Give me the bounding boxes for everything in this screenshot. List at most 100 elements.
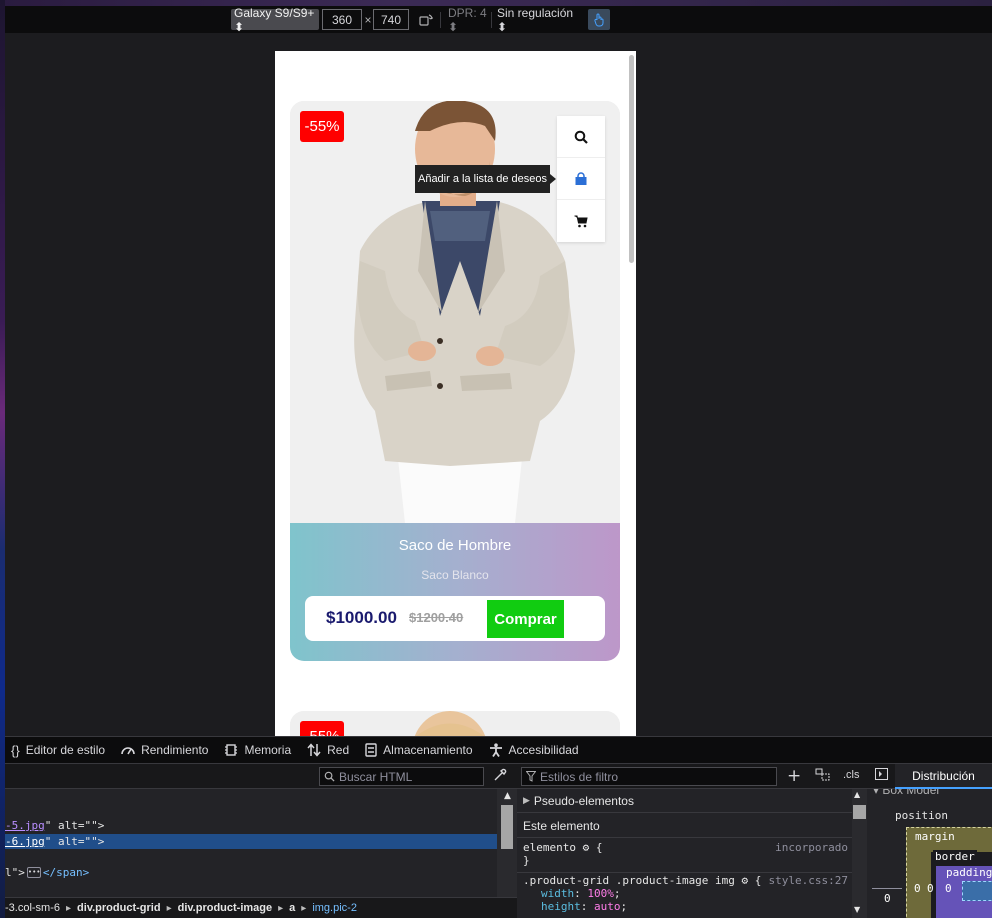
tab-performance[interactable]: Rendimiento [121, 743, 208, 757]
position-left-value[interactable]: 0 [884, 892, 891, 905]
this-element-header: Este elemento [517, 814, 852, 838]
rule-source[interactable]: incorporado [775, 841, 848, 854]
rule-source[interactable]: style.css:27 [769, 874, 848, 887]
css-value[interactable]: 100% [587, 887, 614, 900]
rule-selector[interactable]: .product-grid .product-image img [523, 874, 735, 887]
current-price: $1000.00 [326, 608, 397, 627]
person-icon [489, 743, 502, 757]
tab-memory[interactable]: Memoria [224, 743, 291, 757]
tab-network[interactable]: Red [307, 743, 349, 757]
breadcrumb-item[interactable]: -3.col-sm-6 [5, 902, 60, 914]
dpr-selector[interactable]: DPR: 4 ⬍ [445, 6, 495, 34]
breadcrumb-separator-icon: ▸ [278, 902, 284, 914]
breadcrumb-item[interactable]: a [289, 902, 295, 914]
add-to-cart-button[interactable] [557, 200, 605, 242]
toggle-pseudo-classes-icon[interactable] [815, 768, 831, 785]
css-value[interactable]: auto [594, 900, 621, 913]
tab-label: Almacenamiento [383, 743, 473, 757]
rule-gear-icon[interactable]: ⚙ [742, 874, 749, 887]
breadcrumb-separator-icon: ▸ [66, 902, 72, 914]
touch-simulation-icon[interactable] [588, 9, 610, 30]
product-actions [557, 116, 605, 242]
viewport-width-input[interactable]: 360 [322, 9, 362, 30]
discount-badge: -55% [300, 111, 344, 142]
expand-arrow-icon: ▶ [523, 795, 530, 805]
sidebar-toggle-icon[interactable] [875, 768, 888, 783]
markup-view: -5.jpg " alt=""> -6.jpg " alt=""> l"> ••… [5, 789, 502, 897]
markup-text: " alt=""> [44, 819, 105, 832]
tab-storage[interactable]: Almacenamiento [365, 743, 473, 757]
ellipsis-badge[interactable]: ••• [26, 867, 41, 878]
css-property[interactable]: height [541, 900, 581, 913]
breadcrumb-item[interactable]: div.product-grid [77, 902, 161, 914]
position-label: position [895, 809, 948, 822]
rule-gear-icon[interactable]: ⚙ [583, 841, 590, 854]
filter-styles-placeholder: Estilos de filtro [540, 769, 619, 784]
padding-left-value[interactable]: 0 [945, 882, 952, 895]
padding-label: padding [946, 866, 992, 879]
markup-line[interactable]: l"> ••• </span> [5, 865, 502, 880]
attribute-value: -6.jpg [5, 835, 45, 848]
border-label: border [933, 850, 977, 863]
margin-left-value[interactable]: 0 [914, 882, 921, 895]
product-title[interactable]: Saco de Hombre [290, 537, 620, 554]
cls-button[interactable]: .cls [843, 769, 860, 781]
markup-line[interactable]: -5.jpg " alt=""> [5, 818, 502, 833]
margin-label: margin [915, 830, 955, 843]
breadcrumb-item[interactable]: div.product-image [178, 902, 273, 914]
gauge-icon [121, 747, 135, 755]
filter-icon [526, 771, 536, 782]
search-icon [324, 771, 335, 782]
breadcrumb-item-current[interactable]: img.pic-2 [312, 902, 357, 914]
tab-label: Editor de estilo [25, 743, 106, 757]
tab-accessibility[interactable]: Accesibilidad [489, 743, 579, 757]
markup-scrollbar[interactable] [497, 789, 517, 897]
product-card-next: -55% [290, 711, 620, 736]
network-throttle-selector[interactable]: Sin regulación ⬍ [494, 6, 586, 34]
scroll-down-icon[interactable]: ▼ [854, 905, 860, 914]
this-element-label: Este elemento [523, 818, 600, 833]
box-model-header[interactable]: ▾ Box Model [873, 789, 939, 797]
tab-label: Accesibilidad [508, 743, 579, 757]
search-html-input[interactable]: Buscar HTML [319, 767, 484, 786]
old-price: $1200.40 [409, 610, 464, 625]
rules-view: ▶ Pseudo-elementos Este elemento element… [517, 789, 852, 918]
chip-icon [225, 744, 238, 756]
filter-styles-input[interactable]: Estilos de filtro [521, 767, 777, 786]
tab-label: Rendimiento [141, 743, 209, 757]
border-left-value[interactable]: 0 [927, 882, 934, 895]
shopping-bag-icon [575, 171, 587, 185]
viewport-scrollbar[interactable] [629, 55, 634, 263]
device-viewport: -55% Añadir a la lista de deseos Saco de… [275, 51, 636, 736]
scroll-up-icon[interactable]: ▲ [854, 790, 860, 799]
eyedropper-icon[interactable] [493, 768, 507, 786]
discount-badge-next: -55% [300, 721, 344, 736]
box-model-content[interactable] [962, 881, 992, 901]
add-rule-button[interactable]: + [787, 766, 801, 786]
device-selector[interactable]: Galaxy S9/S9+ ⬍ [231, 6, 319, 34]
markup-line-selected[interactable]: -6.jpg " alt=""> [5, 834, 502, 849]
search-icon [574, 130, 588, 144]
wishlist-button[interactable] [557, 158, 605, 200]
layout-view: ▾ Box Model position margin border paddi… [867, 789, 992, 918]
search-html-placeholder: Buscar HTML [339, 769, 413, 784]
markup-text: " alt=""> [44, 835, 105, 848]
tab-layout[interactable]: Distribución [895, 764, 992, 789]
tab-label: Red [327, 743, 350, 757]
buy-button[interactable]: Comprar [487, 600, 564, 638]
devtools-tabbar: {} Editor de estilo Rendimiento Memoria … [5, 736, 992, 763]
css-property[interactable]: width [541, 887, 574, 900]
rotate-icon[interactable] [415, 9, 437, 30]
quick-view-button[interactable] [557, 116, 605, 158]
responsive-design-toolbar: Galaxy S9/S9+ ⬍ 360 × 740 DPR: 4 ⬍ Sin r… [5, 6, 992, 34]
closing-tag: </span> [42, 866, 90, 879]
storage-icon [365, 743, 377, 757]
tab-style-editor[interactable]: {} Editor de estilo [11, 743, 105, 758]
rules-scrollbar[interactable]: ▲ ▼ [852, 789, 867, 918]
breadcrumb: -3.col-sm-6 ▸ div.product-grid ▸ div.pro… [5, 897, 517, 918]
element-rule: elemento ⚙ {incorporado } [523, 841, 848, 867]
product-info: Saco de Hombre Saco Blanco $1000.00 $120… [290, 523, 620, 661]
scroll-up-icon[interactable]: ▲ [504, 791, 511, 801]
pseudo-elements-header[interactable]: ▶ Pseudo-elementos [517, 789, 852, 813]
viewport-height-input[interactable]: 740 [373, 9, 409, 30]
